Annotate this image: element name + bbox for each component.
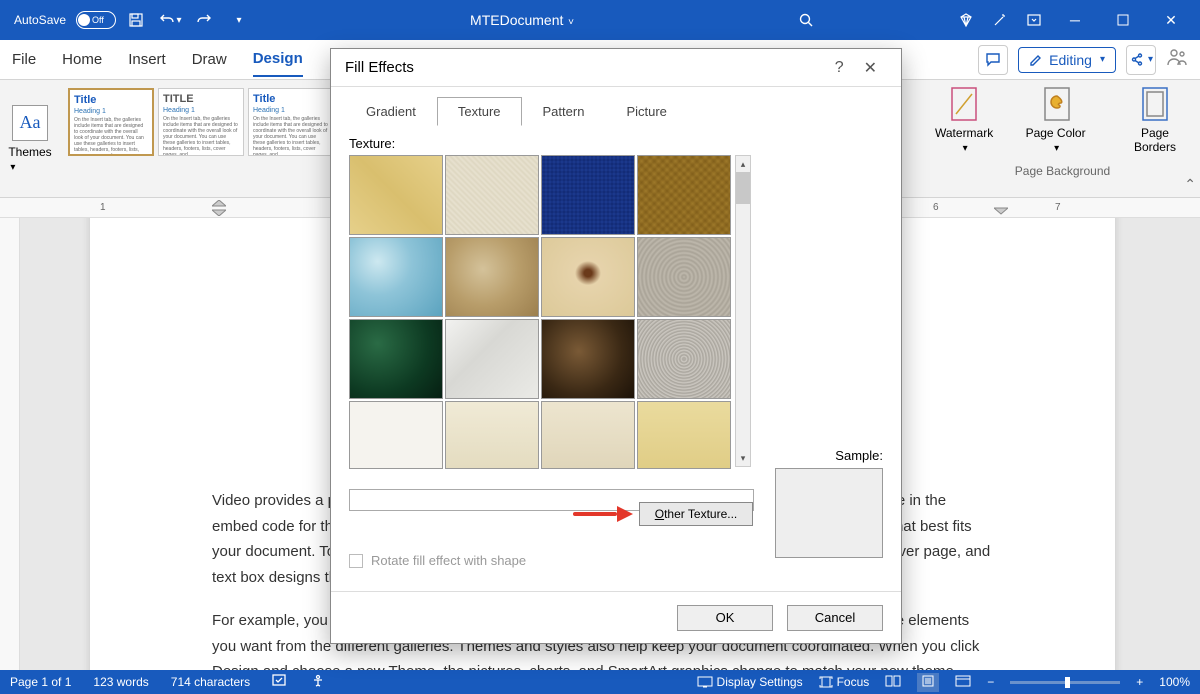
texture-swatch[interactable] (445, 155, 539, 235)
dialog-close-button[interactable]: ✕ (854, 54, 887, 82)
tab-insert[interactable]: Insert (128, 43, 166, 76)
zoom-in-button[interactable]: + (1136, 675, 1143, 689)
vertical-ruler[interactable] (0, 218, 20, 670)
dialog-help-button[interactable]: ? (825, 55, 854, 81)
tab-home[interactable]: Home (62, 43, 102, 76)
zoom-slider[interactable] (1010, 681, 1120, 684)
texture-swatch[interactable] (445, 319, 539, 399)
cancel-button[interactable]: Cancel (787, 605, 883, 631)
web-layout-icon[interactable] (955, 675, 971, 690)
share-button[interactable]: ▾ (1126, 45, 1156, 75)
diamond-icon[interactable] (952, 6, 980, 34)
themes-button[interactable]: Aa (12, 105, 48, 141)
focus-button[interactable]: Focus (819, 675, 870, 689)
maximize-button[interactable] (1102, 4, 1144, 36)
texture-swatch[interactable] (445, 401, 539, 469)
accessibility-icon[interactable] (310, 674, 326, 691)
rotate-label: Rotate fill effect with shape (371, 553, 526, 568)
tab-draw[interactable]: Draw (192, 43, 227, 76)
texture-swatch[interactable] (445, 237, 539, 317)
minimize-button[interactable]: ─ (1054, 4, 1096, 36)
dialog-title: Fill Effects (345, 59, 414, 76)
texture-swatch[interactable] (541, 237, 635, 317)
close-button[interactable]: ✕ (1150, 4, 1192, 36)
other-texture-button[interactable]: Other Texture... (639, 502, 753, 526)
window-mode-icon[interactable] (1020, 6, 1048, 34)
texture-swatch[interactable] (637, 401, 731, 469)
texture-swatch[interactable] (637, 319, 731, 399)
texture-label: Texture: (349, 136, 883, 151)
tab-texture[interactable]: Texture (437, 97, 522, 126)
save-icon[interactable] (122, 6, 150, 34)
texture-gallery (349, 155, 731, 481)
zoom-out-button[interactable]: − (987, 675, 994, 689)
texture-swatch[interactable] (349, 155, 443, 235)
page-background-group-label: Page Background (935, 164, 1190, 178)
style-card[interactable]: TitleHeading 1On the Insert tab, the gal… (248, 88, 334, 156)
texture-swatch[interactable] (349, 401, 443, 469)
autosave-toggle[interactable]: Off (76, 11, 116, 29)
texture-swatch[interactable] (637, 155, 731, 235)
annotation-arrow (573, 506, 633, 522)
ok-button[interactable]: OK (677, 605, 773, 631)
spellcheck-icon[interactable] (272, 674, 288, 691)
status-page[interactable]: Page 1 of 1 (10, 675, 71, 689)
style-card[interactable]: TitleHeading 1On the Insert tab, the gal… (68, 88, 154, 156)
texture-swatch[interactable] (637, 237, 731, 317)
read-mode-icon[interactable] (885, 675, 901, 690)
wand-icon[interactable] (986, 6, 1014, 34)
account-icon[interactable] (1166, 47, 1188, 72)
zoom-level[interactable]: 100% (1159, 675, 1190, 689)
undo-icon[interactable]: ▾ (156, 6, 184, 34)
texture-swatch[interactable] (541, 319, 635, 399)
tab-design[interactable]: Design (253, 42, 303, 77)
texture-swatch[interactable] (541, 401, 635, 469)
status-chars[interactable]: 714 characters (171, 675, 250, 689)
texture-swatch[interactable] (349, 237, 443, 317)
editing-mode-button[interactable]: Editing▾ (1018, 47, 1116, 73)
sample-label: Sample: (835, 448, 883, 463)
texture-scrollbar[interactable]: ▴ ▾ (735, 155, 751, 467)
collapse-ribbon-icon[interactable]: ⌃ (1184, 176, 1196, 193)
tab-file[interactable]: File (12, 43, 36, 76)
redo-icon[interactable] (190, 6, 218, 34)
page-borders-button[interactable]: Page Borders (1120, 86, 1190, 154)
tab-pattern[interactable]: Pattern (522, 97, 606, 126)
tab-picture[interactable]: Picture (605, 97, 687, 126)
search-icon[interactable] (792, 6, 820, 34)
fill-effects-dialog: Fill Effects ? ✕ Gradient Texture Patter… (330, 48, 902, 644)
status-words[interactable]: 123 words (93, 675, 148, 689)
texture-swatch[interactable] (349, 319, 443, 399)
style-card[interactable]: TITLEHeading 1On the Insert tab, the gal… (158, 88, 244, 156)
texture-swatch[interactable] (541, 155, 635, 235)
print-layout-icon[interactable] (917, 673, 939, 692)
themes-label: Themes▾ (8, 145, 51, 173)
comments-button[interactable] (978, 45, 1008, 75)
display-settings-button[interactable]: Display Settings (697, 675, 803, 689)
page-color-button[interactable]: Page Color ▾ (1023, 86, 1090, 154)
autosave-label: AutoSave (14, 13, 66, 27)
qat-more-icon[interactable]: ▾ (224, 6, 252, 34)
style-gallery[interactable]: TitleHeading 1On the Insert tab, the gal… (60, 80, 342, 197)
sample-preview (775, 468, 883, 558)
tab-gradient[interactable]: Gradient (345, 97, 437, 126)
watermark-button[interactable]: Watermark▾ (935, 86, 993, 154)
document-title[interactable]: MTEDocument ˅ (258, 12, 786, 28)
rotate-checkbox (349, 554, 363, 568)
